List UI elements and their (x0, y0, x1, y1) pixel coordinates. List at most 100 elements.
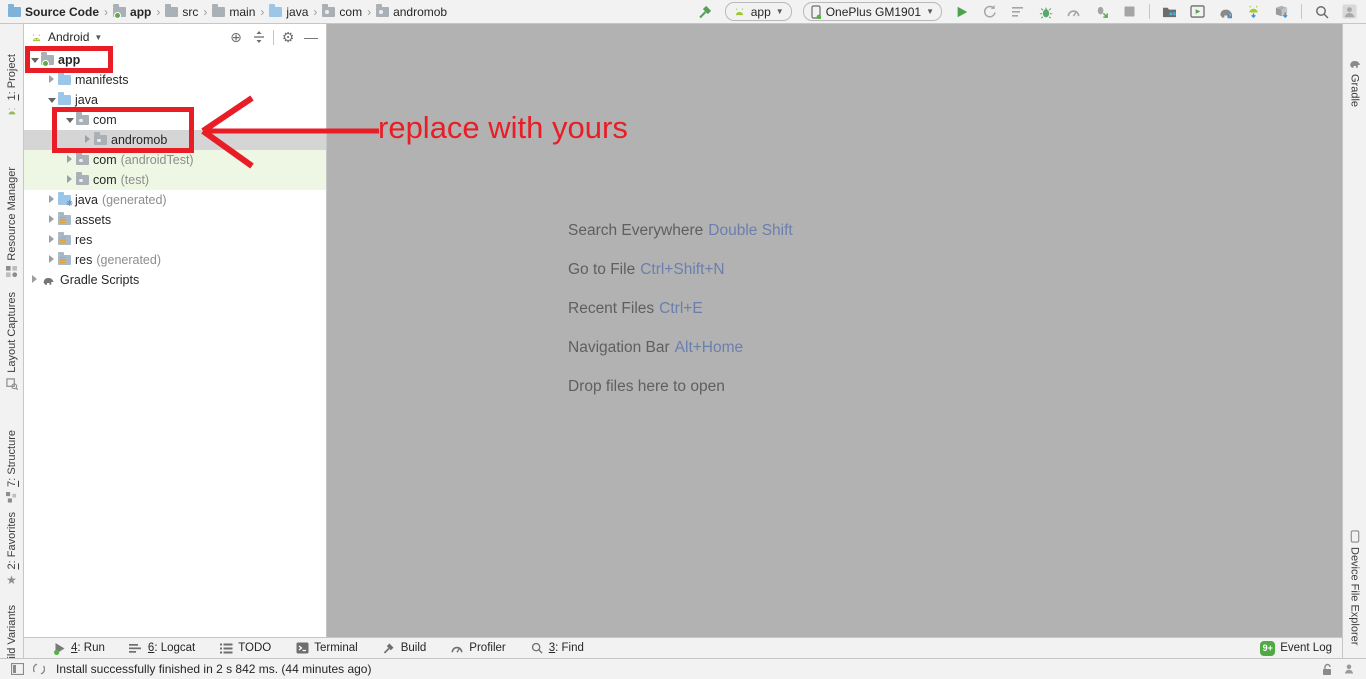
chevron-right-icon: › (203, 5, 207, 19)
build-hammer-tab-icon (382, 641, 396, 655)
folder-icon (58, 95, 71, 105)
sources-folder-icon (269, 7, 282, 17)
device-dropdown[interactable]: OnePlus GM1901 ▼ (803, 2, 942, 21)
collapse-all-icon[interactable] (250, 28, 268, 46)
tree-row-assets[interactable]: assets (24, 210, 326, 230)
tab-structure[interactable]: 7: Structure (0, 430, 23, 505)
tab-profiler[interactable]: Profiler (450, 641, 505, 655)
resource-manager-icon (5, 265, 19, 279)
tree-row-manifests[interactable]: manifests (24, 70, 326, 90)
android-studio-window: Source Code › app › src › main › java › … (0, 0, 1366, 679)
todo-tab-icon (219, 641, 233, 655)
tab-favorites[interactable]: 2: Favorites ★ (0, 512, 23, 587)
breadcrumb-item-main[interactable]: main (212, 5, 255, 19)
unlock-icon[interactable] (1320, 662, 1334, 676)
tab-layout-captures[interactable]: Layout Captures (0, 292, 23, 391)
attach-debugger-icon[interactable] (1093, 3, 1110, 20)
phone-icon (1348, 529, 1362, 543)
breadcrumb-item-com[interactable]: com (322, 5, 362, 19)
chevron-down-icon: ▼ (94, 33, 102, 42)
folder-icon (165, 7, 178, 17)
view-selector[interactable]: Android (48, 30, 89, 44)
left-tool-stripe: 1: Project Resource Manager Layout Captu… (0, 24, 24, 658)
device-manager-icon[interactable] (1161, 3, 1178, 20)
event-log-badge: 9+ (1260, 641, 1275, 656)
virtual-device-download-icon[interactable] (1273, 3, 1290, 20)
app-folder-icon (113, 7, 126, 17)
android-icon (5, 104, 19, 118)
locate-file-icon[interactable]: ⊕ (227, 28, 245, 46)
chevron-right-icon: › (367, 5, 371, 19)
chevron-right-icon: › (313, 5, 317, 19)
tab-resource-manager[interactable]: Resource Manager (0, 167, 23, 279)
profile-avatar-icon[interactable] (1341, 3, 1358, 20)
breadcrumb-item-andromob[interactable]: andromob (376, 5, 447, 19)
breadcrumb-item-java[interactable]: java (269, 5, 308, 19)
tab-logcat[interactable]: 6: Logcat (129, 641, 195, 655)
header-separator (273, 30, 274, 45)
star-icon: ★ (5, 573, 19, 587)
tab-device-file-explorer[interactable]: Device File Explorer (1343, 529, 1366, 645)
build-hammer-icon[interactable] (697, 3, 714, 20)
run-configuration-dropdown[interactable]: app ▼ (725, 2, 792, 21)
generated-folder-icon (58, 195, 71, 205)
package-folder-icon (376, 7, 389, 17)
sdk-manager-icon[interactable] (1245, 3, 1262, 20)
logcat-tab-icon (129, 641, 143, 655)
find-tab-icon (530, 641, 544, 655)
profile-app-icon (1065, 3, 1082, 20)
run-toolbar: app ▼ OnePlus GM1901 ▼ (697, 2, 1358, 21)
android-icon (733, 6, 746, 17)
tab-gradle[interactable]: Gradle (1343, 56, 1366, 107)
search-everywhere-icon[interactable] (1313, 3, 1330, 20)
folder-icon (58, 75, 71, 85)
event-log-button[interactable]: 9+ Event Log (1260, 641, 1332, 656)
breadcrumb: Source Code › app › src › main › java › … (8, 5, 697, 19)
user-icon[interactable] (1342, 662, 1356, 676)
toolwindow-toggle-icon[interactable] (10, 662, 24, 676)
phone-icon (811, 5, 821, 19)
gradle-sync-icon[interactable] (1217, 3, 1234, 20)
tree-row-res-generated[interactable]: res (generated) (24, 250, 326, 270)
gradle-elephant-icon (41, 274, 56, 286)
folder-icon (212, 7, 225, 17)
chevron-right-icon: › (260, 5, 264, 19)
chevron-down-icon: ▼ (926, 7, 934, 16)
avd-manager-icon[interactable] (1189, 3, 1206, 20)
hide-panel-icon[interactable]: — (302, 28, 320, 46)
breadcrumb-item-app[interactable]: app (113, 5, 151, 19)
run-button-icon[interactable] (953, 3, 970, 20)
tab-run[interactable]: 4: Run (52, 641, 105, 655)
gradle-elephant-icon (1348, 56, 1362, 70)
keyboard-shortcut-hints: Search EverywhereDouble Shift Go to File… (568, 222, 793, 417)
tab-terminal[interactable]: Terminal (295, 641, 357, 655)
resources-folder-icon (58, 255, 71, 265)
status-bar: Install successfully finished in 2 s 842… (0, 658, 1366, 679)
top-toolbar: Source Code › app › src › main › java › … (0, 0, 1366, 24)
tree-row-java-generated[interactable]: java (generated) (24, 190, 326, 210)
debug-button-icon[interactable] (1037, 3, 1054, 20)
tree-row-res[interactable]: res (24, 230, 326, 250)
apply-changes-icon (981, 3, 998, 20)
background-tasks-icon[interactable] (32, 662, 46, 676)
profiler-tab-icon (450, 641, 464, 655)
tree-row-gradle-scripts[interactable]: Gradle Scripts (24, 270, 326, 290)
tab-build[interactable]: Build (382, 641, 427, 655)
tab-project[interactable]: 1: Project (0, 54, 23, 118)
breadcrumb-item-source-code[interactable]: Source Code (8, 5, 99, 19)
resources-folder-icon (58, 235, 71, 245)
resources-folder-icon (58, 215, 71, 225)
toolbar-separator (1301, 4, 1302, 19)
tab-todo[interactable]: TODO (219, 641, 271, 655)
tab-find[interactable]: 3: Find (530, 641, 584, 655)
module-folder-icon (8, 7, 21, 17)
structure-icon (5, 491, 19, 505)
android-icon (30, 32, 43, 43)
stop-button-icon (1121, 3, 1138, 20)
annotation-arrow (195, 88, 390, 178)
annotation-box-package (52, 107, 194, 153)
status-message[interactable]: Install successfully finished in 2 s 842… (56, 662, 371, 676)
settings-gear-icon[interactable]: ⚙ (279, 28, 297, 46)
breadcrumb-item-src[interactable]: src (165, 5, 198, 19)
tab-build-variants[interactable]: Build Variants (0, 605, 23, 658)
